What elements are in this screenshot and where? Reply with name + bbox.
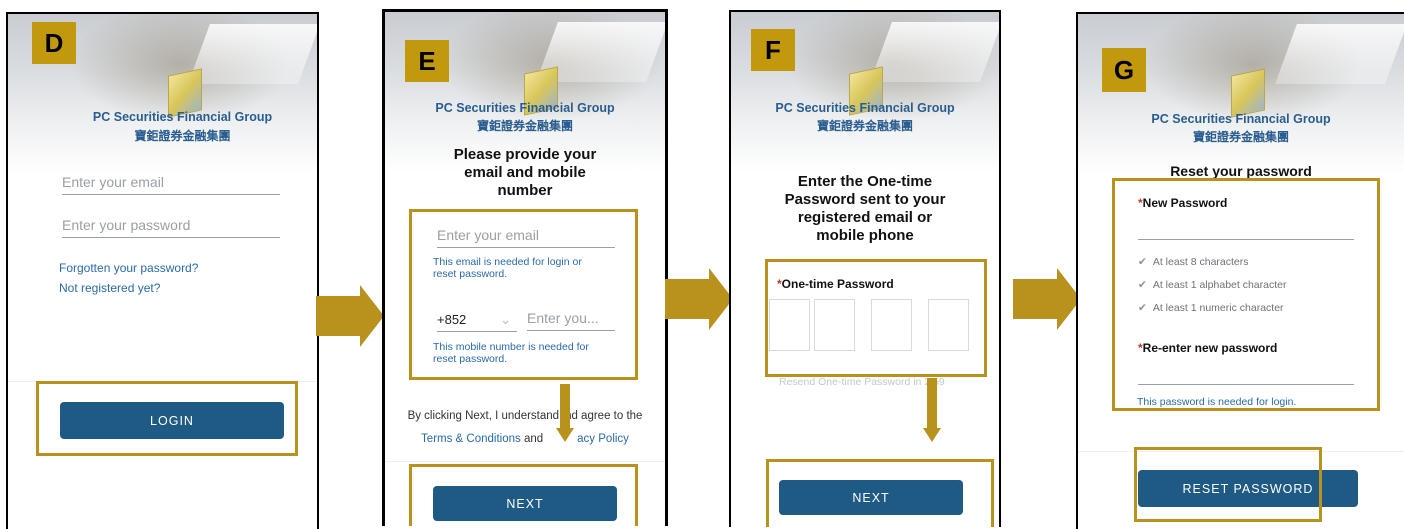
heading-line: email and mobile	[464, 164, 586, 181]
terms-notice: By clicking Next, I understand nd agree t…	[385, 410, 665, 422]
company-logo-icon	[1231, 68, 1265, 118]
step-tag: F	[751, 29, 795, 71]
step-tag: D	[32, 22, 76, 64]
brand-name-zh: 寶鉅證券金融集團	[816, 119, 913, 133]
forgot-password-link[interactable]: Forgotten your password?	[59, 261, 198, 275]
highlight-box	[1134, 447, 1322, 522]
brand-name-en: PC Securities Financial Group	[435, 101, 615, 115]
brand-name-en: PC Securities Financial Group	[1151, 112, 1331, 126]
heading-line: Enter the One-time	[797, 173, 933, 190]
highlight-box	[409, 464, 638, 526]
flow-arrow-down-icon	[923, 378, 941, 442]
otp-screen: F PC Securities Financial Group 寶鉅證券金融集團…	[729, 10, 1001, 527]
reset-password-screen: G PC Securities Financial Group 寶鉅證券金融集團…	[1076, 12, 1404, 529]
highlight-box	[1112, 178, 1380, 411]
heading-line: Please provide your	[453, 146, 597, 163]
brand-name-en: PC Securities Financial Group	[775, 101, 955, 115]
privacy-policy-link[interactable]: acy Policy	[577, 433, 629, 445]
flow-arrow-icon	[665, 268, 735, 330]
terms-link[interactable]: Terms & Conditions	[421, 433, 521, 445]
terms-text: By clicking Next, I understand	[407, 410, 560, 422]
step-tag: G	[1102, 48, 1146, 92]
contact-info-screen: E PC Securities Financial Group 寶鉅證券金融集團…	[382, 9, 668, 526]
terms-links: Terms & Conditions and acy Policy	[385, 433, 665, 445]
terms-text: nd agree to the	[565, 410, 643, 422]
terms-text: and	[520, 433, 544, 445]
brand-name-en: PC Securities Financial Group	[92, 110, 273, 124]
highlight-box	[766, 459, 994, 527]
flow-arrow-down-icon	[556, 384, 574, 442]
login-screen: D PC Securities Financial Group 寶鉅證券金融集團…	[6, 12, 319, 529]
heading-line: Password sent to your	[784, 191, 946, 208]
highlight-box	[765, 259, 987, 377]
resend-otp-text: Resend One-time Password in 2:59	[779, 376, 945, 388]
brand-name-zh: 寶鉅證券金融集團	[476, 119, 573, 133]
register-link[interactable]: Not registered yet?	[59, 281, 160, 295]
flow-arrow-icon	[316, 285, 386, 347]
highlight-box	[36, 381, 298, 456]
email-input[interactable]: Enter your email	[62, 174, 280, 195]
heading-line: registered email or	[797, 209, 933, 226]
brand-name-zh: 寶鉅證券金融集團	[1192, 130, 1289, 144]
step-tag: E	[405, 40, 449, 82]
heading-line: mobile phone	[816, 227, 914, 244]
divider	[385, 461, 665, 462]
highlight-box	[409, 209, 638, 380]
heading-line: number	[497, 182, 553, 199]
flow-arrow-icon	[1013, 268, 1083, 330]
password-input[interactable]: Enter your password	[62, 217, 280, 238]
brand-name-zh: 寶鉅證券金融集團	[134, 129, 231, 143]
